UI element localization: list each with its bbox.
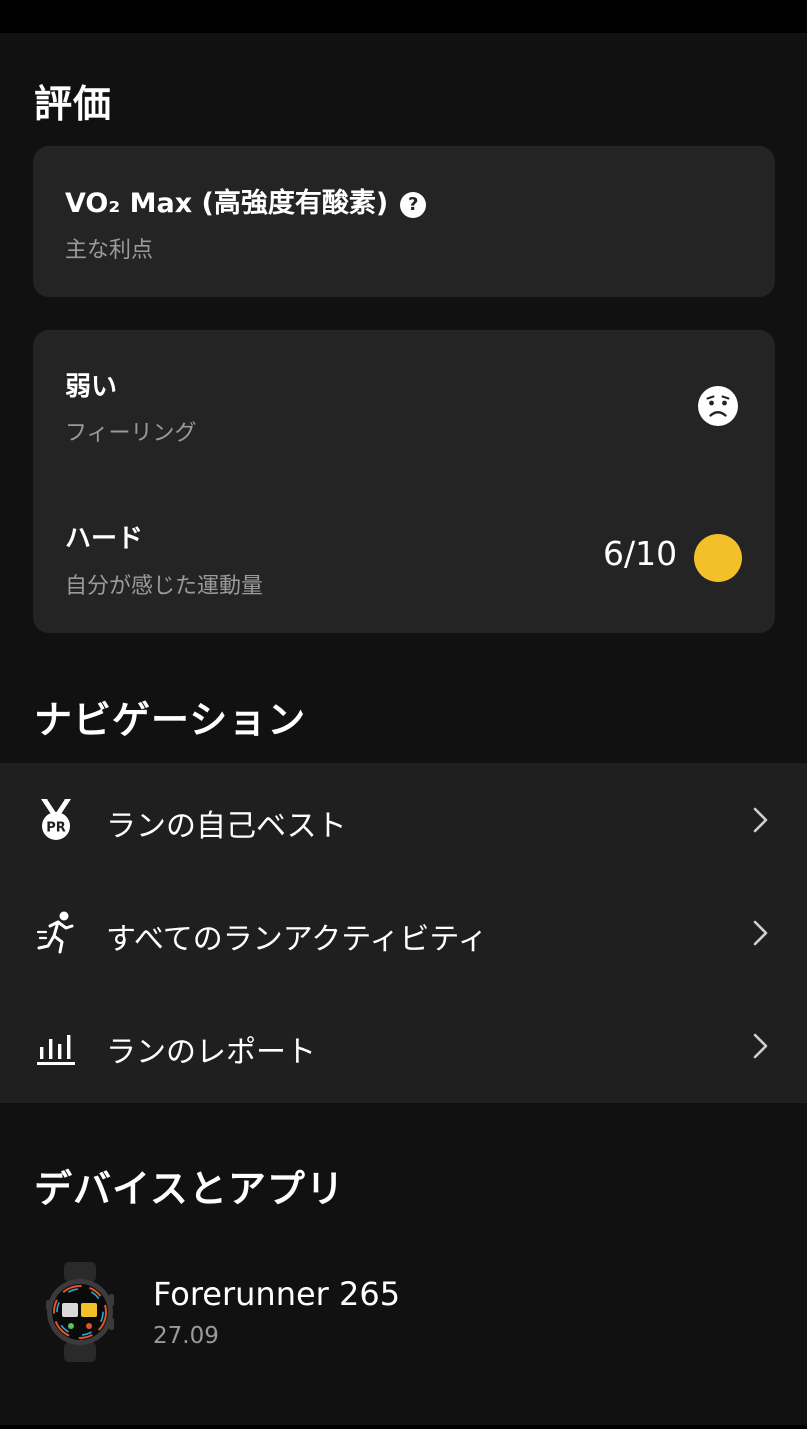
feeling-label: フィーリング bbox=[65, 421, 197, 446]
effort-color-dot bbox=[694, 534, 742, 582]
sad-face-icon bbox=[698, 386, 738, 426]
nav-label-all-run-activities: すべてのランアクティビティ bbox=[106, 922, 488, 957]
chevron-right-icon bbox=[753, 807, 768, 833]
watch-icon bbox=[46, 1262, 114, 1362]
benefit-card: VO₂ Max (高強度有酸素)? 主な利点 bbox=[33, 146, 775, 297]
pr-medal-icon: PR bbox=[41, 798, 71, 840]
chevron-right-icon bbox=[753, 920, 768, 946]
device-row[interactable]: Forerunner 265 27.09 bbox=[0, 1253, 807, 1373]
nav-label-run-reports: ランのレポート bbox=[106, 1035, 316, 1070]
benefit-subtitle: 主な利点 bbox=[65, 238, 154, 263]
activity-details-page: 評価 VO₂ Max (高強度有酸素)? 主な利点 弱い フィーリング ハード … bbox=[0, 33, 807, 1425]
effort-score: 6/10 bbox=[603, 534, 678, 573]
help-icon[interactable]: ? bbox=[400, 192, 427, 218]
svg-text:PR: PR bbox=[46, 821, 66, 836]
navigation-section-title: ナビゲーション bbox=[34, 698, 307, 742]
feeling-row[interactable]: 弱い フィーリング bbox=[33, 330, 775, 480]
benefit-title-text: VO₂ Max (高強度有酸素) bbox=[65, 188, 389, 219]
evaluation-section-title: 評価 bbox=[34, 82, 113, 126]
feeling-effort-card: 弱い フィーリング ハード 自分が感じた運動量 6/10 bbox=[33, 330, 775, 633]
status-bar bbox=[0, 0, 807, 33]
nav-item-personal-records[interactable]: PR ランの自己ベスト bbox=[0, 763, 807, 876]
nav-label-personal-records: ランの自己ベスト bbox=[106, 809, 347, 844]
device-version: 27.09 bbox=[153, 1323, 219, 1349]
runner-icon bbox=[36, 911, 74, 954]
devices-section-title: デバイスとアプリ bbox=[34, 1167, 345, 1211]
benefit-title: VO₂ Max (高強度有酸素)? bbox=[65, 181, 427, 220]
effort-value: ハード bbox=[65, 524, 144, 554]
nav-item-all-run-activities[interactable]: すべてのランアクティビティ bbox=[0, 876, 807, 989]
nav-item-run-reports[interactable]: ランのレポート bbox=[0, 989, 807, 1102]
bar-chart-icon bbox=[37, 1035, 75, 1065]
effort-label: 自分が感じた運動量 bbox=[65, 574, 264, 599]
device-name: Forerunner 265 bbox=[153, 1275, 401, 1313]
effort-row[interactable]: ハード 自分が感じた運動量 6/10 bbox=[33, 482, 775, 632]
feeling-value: 弱い bbox=[65, 372, 118, 402]
navigation-list: PR ランの自己ベスト すべてのランアクティビティ ランのレポート bbox=[0, 763, 807, 1103]
chevron-right-icon bbox=[753, 1033, 768, 1059]
